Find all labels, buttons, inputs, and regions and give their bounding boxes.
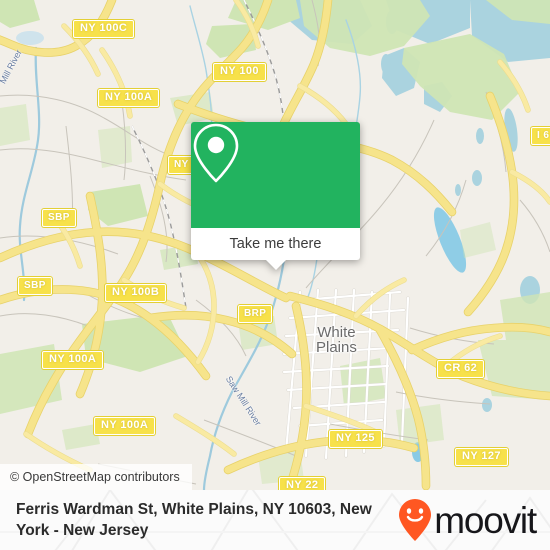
road-shield: SBP (18, 277, 52, 295)
moovit-smiley-pin-icon (399, 499, 432, 541)
road-shield: NY 100A (42, 351, 104, 369)
road-shield: NY 125 (329, 430, 382, 448)
road-shield: NY 22 (279, 477, 326, 490)
road-shield: CR 62 (437, 360, 485, 378)
place-label-white-plains: White Plains (316, 324, 357, 356)
moovit-logo[interactable]: moovit (398, 498, 537, 542)
osm-attribution[interactable]: © OpenStreetMap contributors (0, 464, 192, 490)
road-shield: NY 127 (455, 448, 508, 466)
address-text: Ferris Wardman St, White Plains, NY 1060… (16, 501, 372, 539)
page-footer: Ferris Wardman St, White Plains, NY 1060… (0, 490, 550, 550)
road-shield: NY 100A (94, 417, 156, 435)
road-shield: SBP (42, 209, 76, 227)
popup-card-footer[interactable]: Take me there (191, 228, 360, 270)
map-pin-icon (193, 123, 239, 183)
road-shield: NY 100 (213, 63, 266, 81)
moovit-wordmark: moovit (434, 499, 537, 541)
road-shield: NY 100B (105, 284, 167, 302)
take-me-there-button[interactable]: Take me there (230, 236, 322, 252)
popup-card-tail (265, 260, 286, 270)
moovit-map-screenshot: .mw{fill:none;stroke:#f6e48b;stroke-widt… (0, 0, 550, 550)
road-shield: I 6 (531, 127, 550, 145)
popup-card-header (191, 122, 360, 228)
road-shield: BRP (238, 305, 273, 323)
osm-attribution-text: © OpenStreetMap contributors (10, 470, 180, 484)
road-shield: NY 100A (98, 89, 160, 107)
location-popup-card[interactable]: Take me there (191, 122, 360, 270)
map-canvas[interactable]: .mw{fill:none;stroke:#f6e48b;stroke-widt… (0, 0, 550, 490)
road-shield: NY 100C (73, 20, 135, 38)
